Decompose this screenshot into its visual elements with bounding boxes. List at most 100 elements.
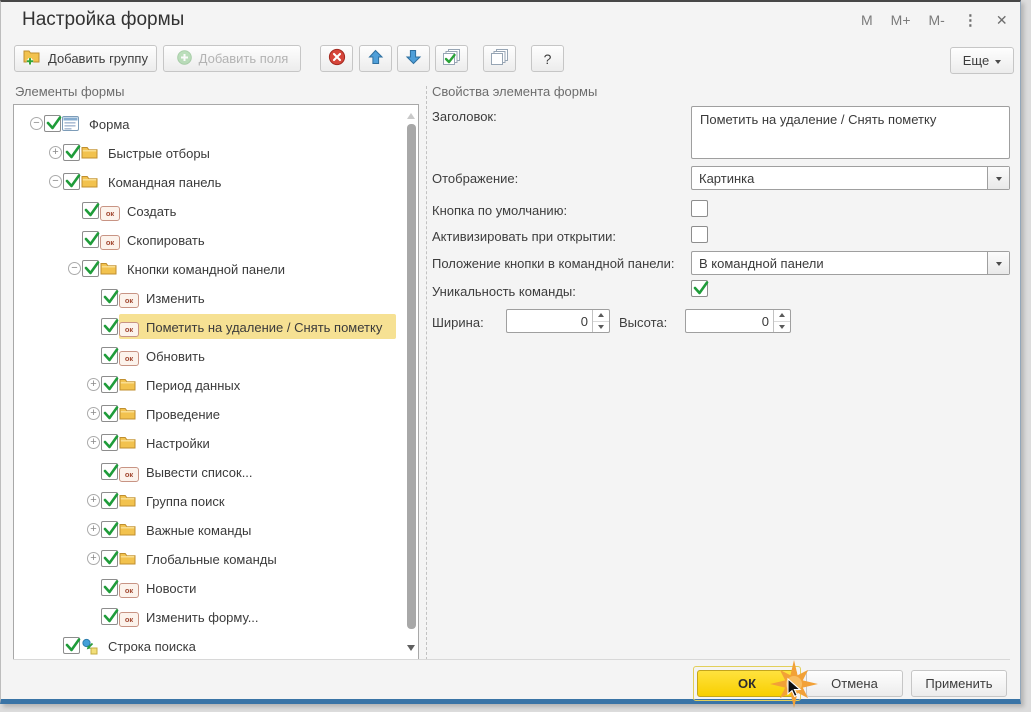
close-icon[interactable]: ✕ [996,12,1008,29]
tree-item[interactable]: − Форма [14,109,418,138]
tree-expander-minus-icon[interactable]: − [30,117,43,130]
spin-up-icon[interactable] [774,310,790,322]
move-down-button[interactable] [397,45,430,72]
tree-item[interactable]: − Командная панель [14,167,418,196]
tree-item[interactable]: Строка поиска [14,631,418,660]
command-unique-checkbox[interactable] [691,280,708,297]
button-position-dropdown-button[interactable] [987,252,1009,274]
display-dropdown-button[interactable] [987,167,1009,189]
check-all-button[interactable] [435,45,468,72]
height-input[interactable] [689,311,769,331]
panel-splitter[interactable] [426,86,427,660]
tree-item[interactable]: + Проведение [14,399,418,428]
tree-expander-plus-icon[interactable]: + [87,552,100,565]
spin-up-icon[interactable] [593,310,609,322]
tree-checkbox[interactable] [101,289,118,306]
tree-item-label[interactable]: Форма [89,117,130,132]
tree-expander-plus-icon[interactable]: + [87,494,100,507]
tree-checkbox[interactable] [101,434,118,451]
delete-button[interactable] [320,45,353,72]
tree-item[interactable]: + Группа поиск [14,486,418,515]
tree-item[interactable]: + Период данных [14,370,418,399]
tree-checkbox[interactable] [44,115,61,132]
tree-expander-plus-icon[interactable]: + [87,378,100,391]
tree-item-label[interactable]: Изменить форму... [146,610,259,625]
display-combobox[interactable]: Картинка [691,166,1010,190]
tree-checkbox[interactable] [82,231,99,248]
tree-checkbox[interactable] [101,521,118,538]
spin-down-icon[interactable] [774,322,790,333]
uncheck-all-button[interactable] [483,45,516,72]
apply-button[interactable]: Применить [911,670,1007,697]
tree-item-label[interactable]: Важные команды [146,523,251,538]
tree-item-label[interactable]: Создать [127,204,176,219]
tree-item[interactable]: + Быстрые отборы [14,138,418,167]
memory-button-m-plus[interactable]: M+ [891,12,911,28]
tree-checkbox[interactable] [101,376,118,393]
tree-checkbox[interactable] [63,637,80,654]
tree-item[interactable]: − Кнопки командной панели [14,254,418,283]
default-button-checkbox[interactable] [691,200,708,217]
tree-item[interactable]: + Важные команды [14,515,418,544]
tree-item-label[interactable]: Глобальные команды [146,552,277,567]
tree-checkbox[interactable] [101,463,118,480]
tree-item[interactable]: окОбновить [14,341,418,370]
tree-item[interactable]: окНовости [14,573,418,602]
tree-item-label[interactable]: Быстрые отборы [108,146,210,161]
tree-item-label[interactable]: Изменить [146,291,205,306]
kebab-menu-icon[interactable]: ⋮ [963,11,978,29]
tree-item-label[interactable]: Командная панель [108,175,221,190]
tree-expander-minus-icon[interactable]: − [49,175,62,188]
tree-item-label[interactable]: Проведение [146,407,220,422]
move-up-button[interactable] [359,45,392,72]
button-position-combobox[interactable]: В командной панели [691,251,1010,275]
tree-expander-plus-icon[interactable]: + [49,146,62,159]
tree-checkbox[interactable] [63,173,80,190]
height-stepper[interactable] [685,309,791,333]
tree-item[interactable]: окСоздать [14,196,418,225]
tree-item[interactable]: окВывести список... [14,457,418,486]
tree-item[interactable]: окСкопировать [14,225,418,254]
activate-on-open-checkbox[interactable] [691,226,708,243]
memory-button-m[interactable]: M [861,12,873,28]
tree-item[interactable]: + Настройки [14,428,418,457]
folder-plus-icon [23,49,42,68]
tree-checkbox[interactable] [101,550,118,567]
tree-checkbox[interactable] [82,260,99,277]
tree-checkbox[interactable] [101,608,118,625]
width-input[interactable] [510,311,588,331]
memory-button-m-minus[interactable]: M- [929,12,945,28]
tree-checkbox[interactable] [101,405,118,422]
tree-checkbox[interactable] [82,202,99,219]
tree-item[interactable]: окИзменить форму... [14,602,418,631]
tree-item-label[interactable]: Группа поиск [146,494,225,509]
tree-checkbox[interactable] [101,579,118,596]
help-button[interactable]: ? [531,45,564,72]
tree-item[interactable]: + Глобальные команды [14,544,418,573]
more-button[interactable]: Еще [950,47,1014,74]
tree-item-label[interactable]: Обновить [146,349,205,364]
form-elements-tree[interactable]: − Форма + Быстрые отборы − Командная панель ок… [13,104,419,660]
title-input[interactable]: Пометить на удаление / Снять пометку [691,106,1010,159]
tree-checkbox[interactable] [63,144,80,161]
tree-checkbox[interactable] [101,347,118,364]
tree-item-label[interactable]: Строка поиска [108,639,196,654]
tree-expander-minus-icon[interactable]: − [68,262,81,275]
tree-checkbox[interactable] [101,492,118,509]
tree-item-label[interactable]: Период данных [146,378,240,393]
tree-item-label[interactable]: Настройки [146,436,210,451]
tree-item-label[interactable]: Пометить на удаление / Снять пометку [146,320,382,335]
width-stepper[interactable] [506,309,610,333]
tree-item-label[interactable]: Новости [146,581,196,596]
tree-item-label[interactable]: Кнопки командной панели [127,262,285,277]
tree-item[interactable]: окПометить на удаление / Снять пометку [14,312,418,341]
tree-expander-plus-icon[interactable]: + [87,407,100,420]
add-group-button[interactable]: Добавить группу [14,45,157,72]
tree-item-label[interactable]: Скопировать [127,233,205,248]
tree-checkbox[interactable] [101,318,118,335]
tree-item[interactable]: окИзменить [14,283,418,312]
spin-down-icon[interactable] [593,322,609,333]
tree-item-label[interactable]: Вывести список... [146,465,253,480]
tree-expander-plus-icon[interactable]: + [87,523,100,536]
tree-expander-plus-icon[interactable]: + [87,436,100,449]
